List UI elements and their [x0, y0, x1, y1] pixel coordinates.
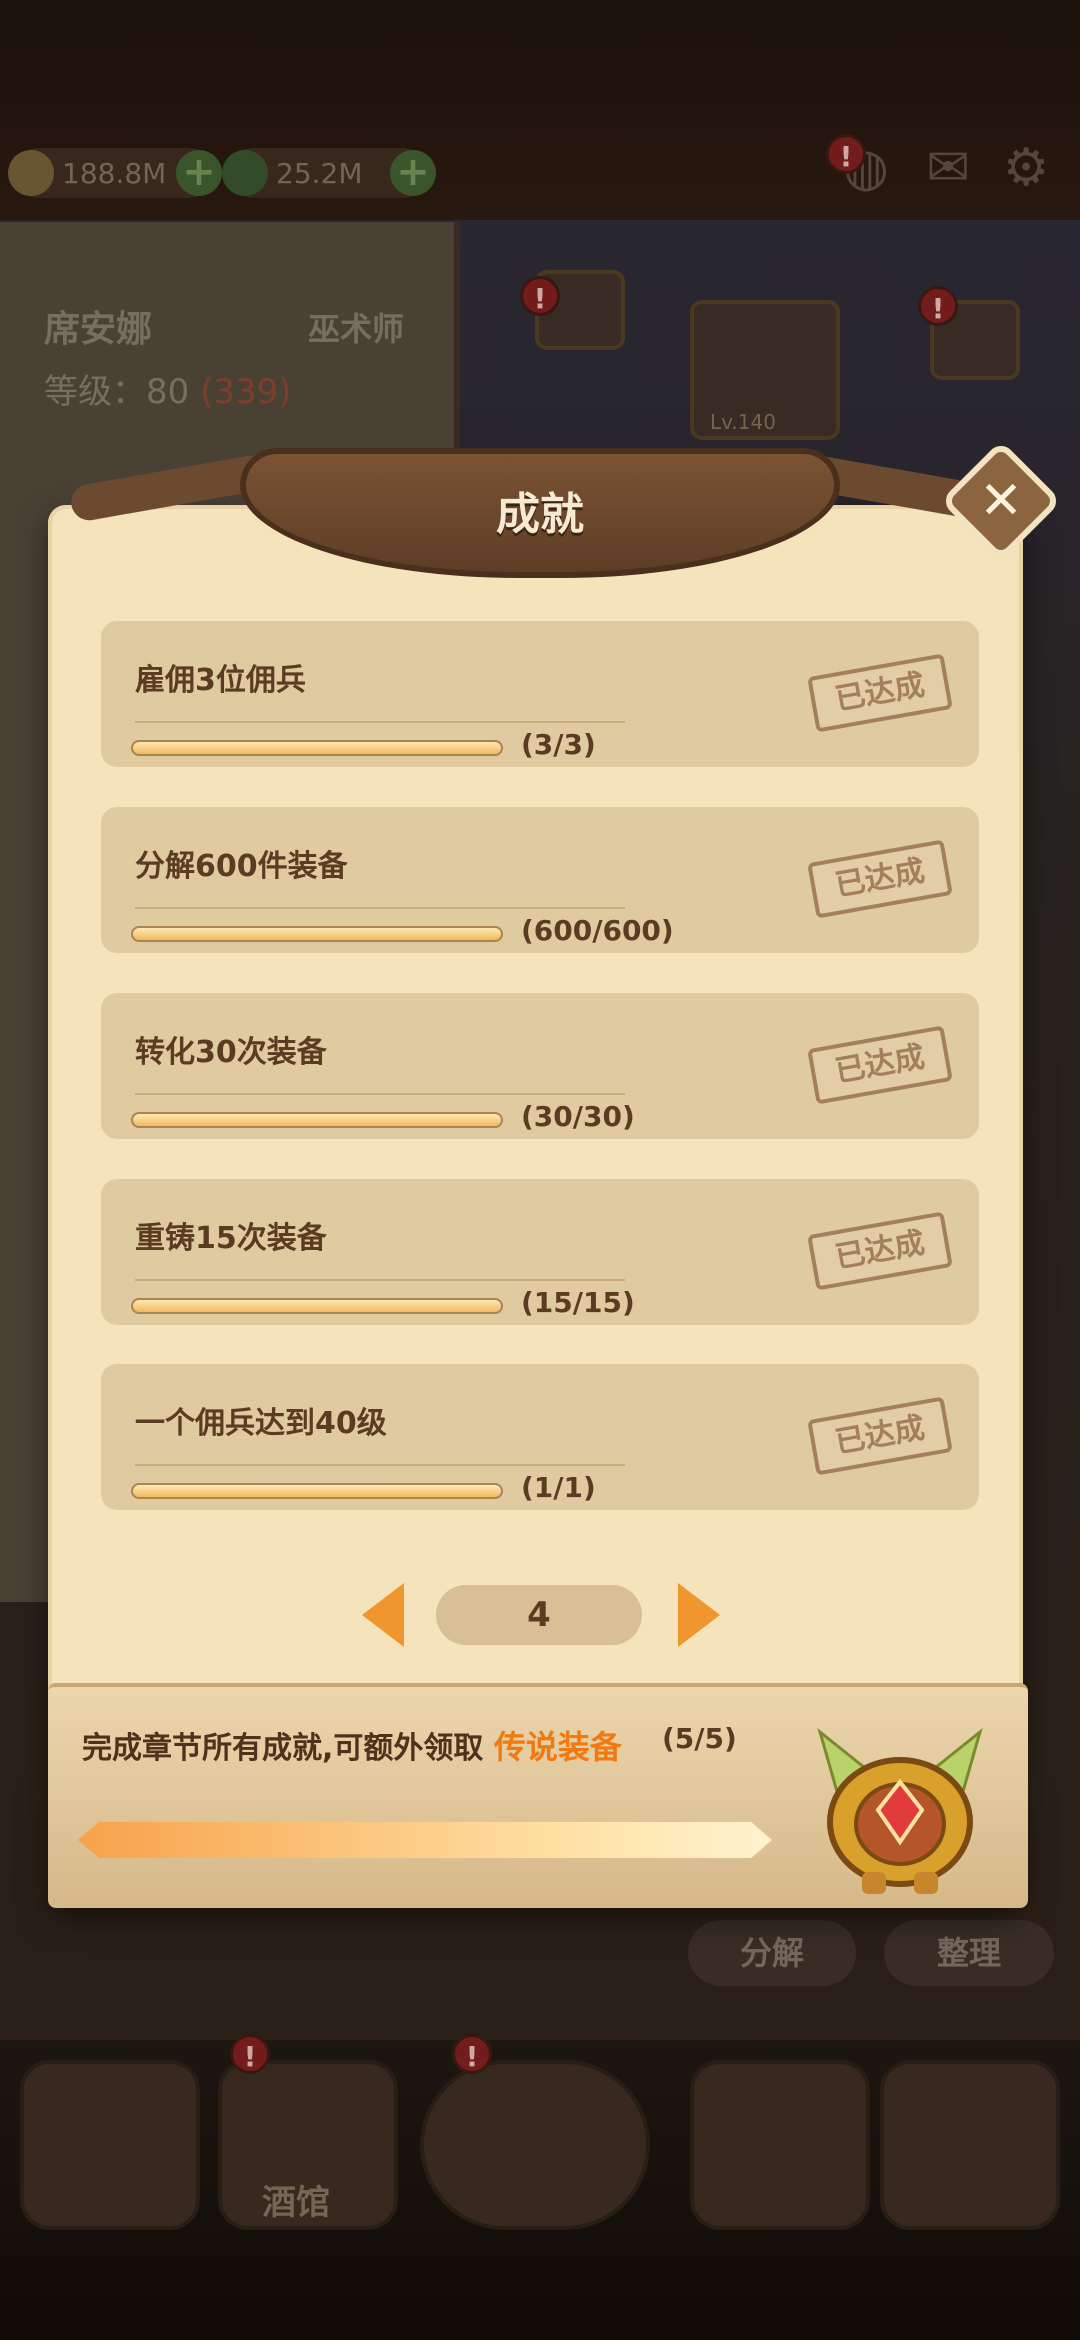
- progress-fill: [133, 1300, 501, 1312]
- progress-fill: [133, 1485, 501, 1497]
- achievement-card: 一个佣兵达到40级 (1/1) 已达成: [101, 1364, 979, 1510]
- divider: [135, 1093, 625, 1095]
- achievement-progress-bar: [131, 1298, 503, 1314]
- completed-stamp: 已达成: [807, 653, 953, 733]
- divider: [135, 1464, 625, 1466]
- divider: [135, 721, 625, 723]
- reward-highlight: 传说装备: [493, 1728, 622, 1766]
- prev-page-arrow-icon[interactable]: [362, 1583, 404, 1647]
- achievement-name: 分解600件装备: [135, 849, 348, 884]
- completed-stamp: 已达成: [807, 1025, 953, 1105]
- achievement-count: (3/3): [521, 728, 596, 761]
- achievement-progress-bar: [131, 926, 503, 942]
- reward-description: 完成章节所有成就,可额外领取 传说装备: [82, 1722, 622, 1768]
- achievement-name: 转化30次装备: [135, 1035, 327, 1070]
- progress-fill: [133, 1114, 501, 1126]
- dialog-title: 成就: [496, 489, 584, 540]
- achievement-card: 转化30次装备 (30/30) 已达成: [101, 993, 979, 1139]
- achievement-count: (30/30): [521, 1100, 635, 1133]
- achievement-progress-bar: [131, 740, 503, 756]
- divider: [135, 907, 625, 909]
- achievement-count: (15/15): [521, 1286, 635, 1319]
- completed-stamp: 已达成: [807, 1211, 953, 1291]
- achievement-card: 分解600件装备 (600/600) 已达成: [101, 807, 979, 953]
- progress-fill: [133, 742, 501, 754]
- progress-fill: [133, 928, 501, 940]
- achievement-name: 重铸15次装备: [135, 1221, 327, 1256]
- reward-progress-bar: [78, 1822, 772, 1858]
- page-indicator: 4: [436, 1585, 642, 1645]
- achievement-card: 雇佣3位佣兵 (3/3) 已达成: [101, 621, 979, 767]
- next-page-arrow-icon[interactable]: [678, 1583, 720, 1647]
- reward-text: 完成章节所有成就,可额外领取: [82, 1731, 484, 1766]
- achievement-progress-bar: [131, 1112, 503, 1128]
- legendary-armor-icon[interactable]: [800, 1712, 1000, 1902]
- divider: [135, 1279, 625, 1281]
- reward-count: (5/5): [662, 1722, 737, 1755]
- close-icon[interactable]: ✕: [958, 458, 1044, 544]
- achievement-name: 雇佣3位佣兵: [135, 663, 306, 698]
- achievement-progress-bar: [131, 1483, 503, 1499]
- achievement-card: 重铸15次装备 (15/15) 已达成: [101, 1179, 979, 1325]
- reward-progress-fill: [78, 1822, 772, 1858]
- completed-stamp: 已达成: [807, 1396, 953, 1476]
- achievement-count: (1/1): [521, 1471, 596, 1504]
- achievement-name: 一个佣兵达到40级: [135, 1406, 387, 1441]
- completed-stamp: 已达成: [807, 839, 953, 919]
- achievement-count: (600/600): [521, 914, 674, 947]
